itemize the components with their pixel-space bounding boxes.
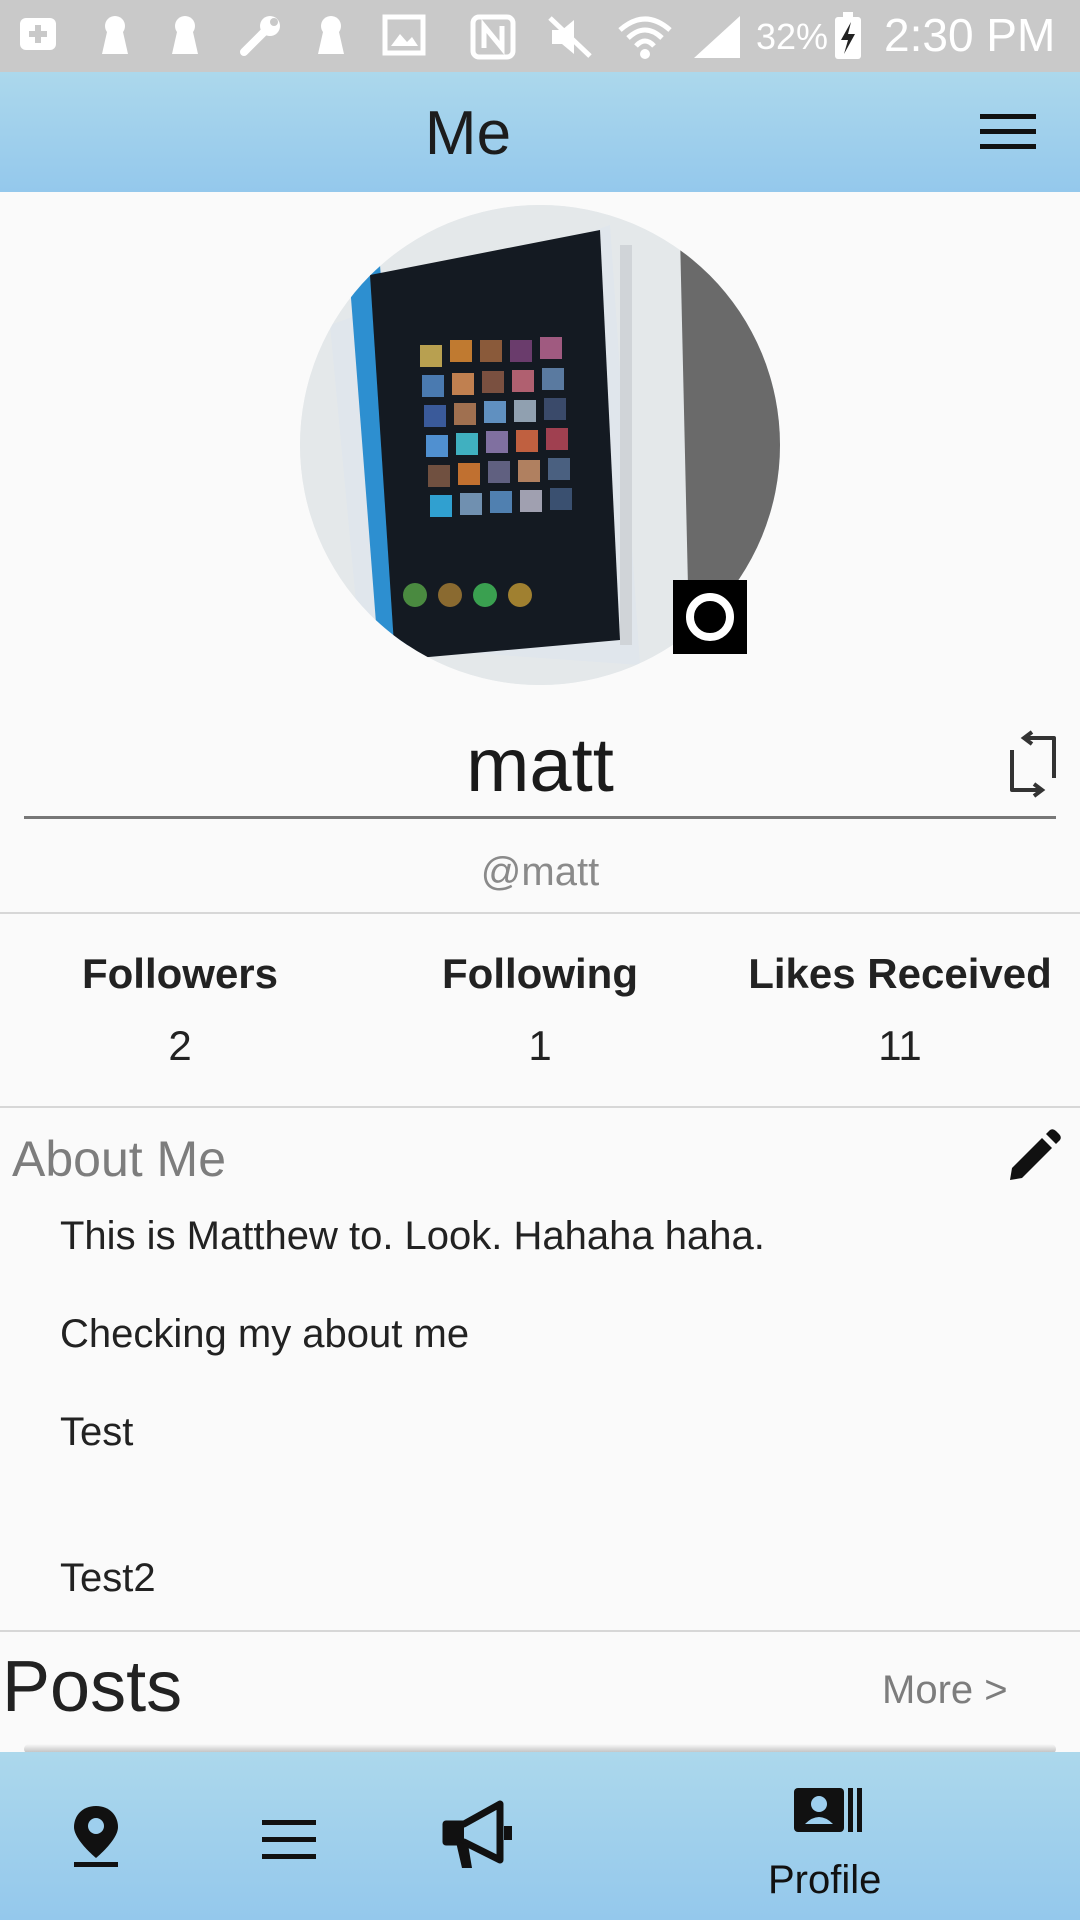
stat-label: Followers <box>81 950 279 997</box>
about-me-title: About Me <box>12 1131 227 1187</box>
divider <box>0 912 1080 914</box>
bottom-nav: Profile <box>0 1752 1080 1920</box>
hamburger-menu-icon[interactable] <box>980 112 1036 152</box>
pencil-edit-icon[interactable] <box>1006 1128 1062 1184</box>
stat-label: Likes Received <box>748 950 1052 997</box>
image-icon <box>382 14 426 56</box>
profile-card-icon[interactable] <box>792 1786 864 1834</box>
mute-icon <box>548 16 592 58</box>
page-title: Me <box>424 99 512 168</box>
change-photo-button[interactable] <box>673 580 747 654</box>
more-posts-link[interactable]: More > <box>882 1668 1008 1713</box>
divider <box>0 1630 1080 1632</box>
wrench-icon <box>240 16 280 56</box>
profile-tab-label[interactable]: Profile <box>768 1858 881 1903</box>
clock: 2:30 PM <box>884 9 1056 61</box>
battery-charging-icon <box>835 12 861 59</box>
list-menu-icon[interactable] <box>262 1820 316 1860</box>
about-line: This is Matthew to. Look. Hahaha haha. <box>60 1214 765 1258</box>
battery-percent: 32% <box>756 16 829 57</box>
keyhole-icon <box>102 16 128 54</box>
stat-value: 11 <box>878 1022 922 1069</box>
about-line: Checking my about me <box>60 1312 470 1356</box>
keyhole-icon <box>318 16 344 54</box>
megaphone-icon[interactable] <box>442 1798 516 1874</box>
username-handle: @matt <box>480 850 600 894</box>
stat-label: Following <box>442 950 638 997</box>
add-notification-icon <box>20 18 56 50</box>
posts-title: Posts <box>2 1647 183 1727</box>
wifi-icon <box>618 16 672 59</box>
stat-value: 1 <box>528 1022 552 1069</box>
signal-icon <box>694 16 740 58</box>
stat-value: 2 <box>168 1022 192 1069</box>
stat-likes-received[interactable]: Likes Received 11 <box>720 950 1080 1070</box>
map-pin-icon[interactable] <box>70 1804 122 1868</box>
stat-followers[interactable]: Followers 2 <box>0 950 360 1070</box>
stat-following[interactable]: Following 1 <box>360 950 720 1070</box>
status-bar: 32% 2:30 PM <box>0 0 1080 72</box>
app-bar: Me <box>0 72 1080 192</box>
about-line: Test <box>60 1410 134 1454</box>
name-underline <box>24 816 1056 819</box>
divider <box>0 1106 1080 1108</box>
display-name[interactable]: matt <box>0 722 1080 809</box>
camera-shutter-icon <box>686 593 734 641</box>
about-line: Test2 <box>60 1556 156 1600</box>
keyhole-icon <box>172 16 198 54</box>
nfc-icon <box>470 14 516 60</box>
swap-icon[interactable] <box>1006 730 1060 798</box>
